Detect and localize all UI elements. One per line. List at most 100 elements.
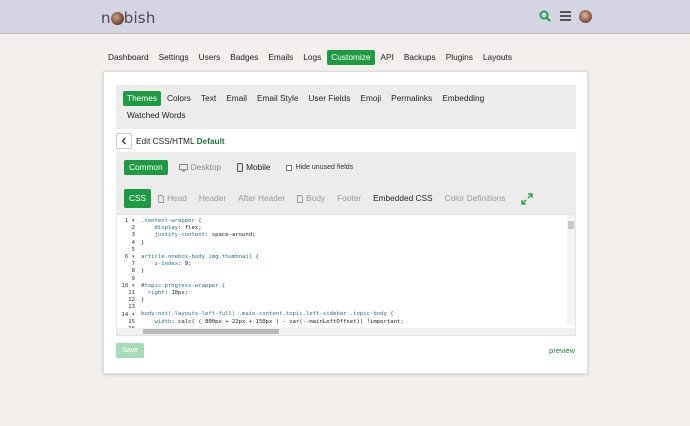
admin-nav-dashboard[interactable]: Dashboard (104, 50, 153, 65)
tab-embedded-css[interactable]: Embedded CSS (368, 189, 438, 208)
admin-nav-api[interactable]: API (377, 50, 398, 65)
code-text: } (141, 268, 145, 275)
code-text: article.onebox-body img.thumbnail { (141, 253, 259, 260)
admin-nav-emails[interactable]: Emails (264, 50, 297, 65)
edit-label: Edit CSS/HTML (136, 136, 195, 146)
subnav-colors[interactable]: Colors (163, 91, 195, 106)
hamburger-menu-icon[interactable] (558, 9, 572, 23)
subnav-email-style[interactable]: Email Style (253, 91, 303, 106)
hide-unused-fields-toggle[interactable]: Hide unused fields (285, 164, 354, 171)
line-number: 15 (128, 318, 135, 325)
line-number: 1 ▾ (124, 218, 135, 224)
expand-icon[interactable] (520, 192, 534, 206)
mobile-icon (237, 163, 244, 172)
code-line: width: calc( ( 800px + 22px + 150px ) - … (141, 319, 565, 326)
code-line: } (141, 297, 565, 304)
theme-name: Default (196, 136, 225, 146)
line-number: 7 (131, 261, 135, 268)
admin-nav-customize[interactable]: Customize (327, 50, 375, 65)
code-line: z-index: 9; (141, 261, 565, 268)
tab-color-definitions[interactable]: Color Definitions (440, 189, 511, 208)
chevron-left-icon (121, 137, 126, 145)
horizontal-scroll-thumb[interactable] (143, 329, 279, 334)
line-number: 12 (128, 297, 135, 304)
line-number: 14 ▾ (121, 311, 135, 318)
code-line: justify-content: space-around; (141, 232, 565, 239)
line-number: 11 (128, 290, 135, 296)
subnav-permalinks[interactable]: Permalinks (387, 91, 436, 106)
code-text: } (141, 297, 145, 304)
admin-nav-layouts[interactable]: Layouts (479, 50, 516, 65)
back-button[interactable] (116, 133, 132, 149)
tab-footer[interactable]: Footer (332, 189, 366, 208)
logo-text: n bish (101, 9, 156, 27)
code-text: #topic-progress-wrapper { (141, 282, 226, 289)
editor-code[interactable]: .content-wrapper { display: flex; justif… (141, 218, 565, 333)
line-number: 3 (131, 232, 135, 239)
code-line: article.onebox-body img.thumbnail { (141, 254, 565, 261)
subnav-themes[interactable]: Themes (123, 91, 161, 106)
edit-title: Edit CSS/HTML Default (136, 136, 225, 146)
code-line: body:not(.layouts-left-full) .main-conte… (141, 311, 565, 318)
save-button[interactable]: Save (116, 343, 144, 358)
tab-css[interactable]: CSS (124, 189, 152, 208)
code-editor[interactable]: 1 ▾23456 ▾78910 ▾11121314 ▾1516 .content… (116, 214, 576, 336)
subnav-emoji[interactable]: Emoji (356, 91, 385, 106)
target-mode-bar: Common Desktop Mobile Hide unused fields (116, 152, 576, 183)
mode-common[interactable]: Common (124, 160, 168, 175)
subnav-user-fields[interactable]: User Fields (304, 91, 354, 106)
subnav-text[interactable]: Text (197, 91, 220, 106)
admin-nav-users[interactable]: Users (195, 50, 225, 65)
edit-header: Edit CSS/HTML Default (116, 133, 225, 149)
line-number: 10 ▾ (121, 282, 135, 289)
code-text: justify-content: space-around; (141, 232, 256, 239)
hide-unused-label: Hide unused fields (295, 164, 354, 171)
search-icon[interactable] (538, 9, 552, 23)
tab-header[interactable]: Header (194, 189, 231, 208)
code-text: z-index: 9; (141, 261, 192, 268)
header-icons (538, 9, 592, 23)
desktop-icon (178, 163, 188, 172)
code-text: } (141, 239, 145, 246)
code-text: width: calc( ( 800px + 22px + 150px ) - … (141, 318, 404, 325)
vertical-scrollbar[interactable] (567, 215, 575, 325)
subnav-watched-words[interactable]: Watched Words (123, 108, 190, 123)
tab-body[interactable]: Body (292, 189, 330, 208)
customize-subnav: Themes Colors Text Email Email Style Use… (116, 85, 576, 129)
line-number: 2 (131, 225, 135, 232)
admin-nav-backups[interactable]: Backups (400, 50, 440, 65)
vertical-scroll-thumb[interactable] (568, 221, 574, 229)
hide-unused-checkbox[interactable] (285, 164, 292, 171)
admin-nav-logs[interactable]: Logs (299, 50, 325, 65)
horizontal-scrollbar[interactable] (117, 328, 575, 335)
field-tabs: CSS Head Header After Header Body Footer… (116, 183, 576, 214)
code-line: right: 10px; (141, 290, 565, 297)
admin-nav-badges[interactable]: Badges (226, 50, 262, 65)
code-text: right: 10px; (141, 289, 189, 296)
code-line: #topic-progress-wrapper { (141, 283, 565, 290)
line-number: 6 ▾ (124, 254, 135, 260)
subnav-email[interactable]: Email (222, 91, 251, 106)
admin-nav: Dashboard Settings Users Badges Emails L… (104, 50, 516, 65)
code-text: .content-wrapper { (141, 218, 202, 224)
tab-after-header[interactable]: After Header (233, 189, 290, 208)
file-icon (297, 194, 304, 203)
code-line: .content-wrapper { (141, 218, 565, 225)
line-number: 13 (128, 304, 135, 311)
mode-mobile[interactable]: Mobile (232, 160, 275, 175)
admin-nav-settings[interactable]: Settings (155, 50, 193, 65)
user-avatar[interactable] (578, 9, 592, 23)
line-number: 4 (131, 239, 135, 246)
customize-panel: Themes Colors Text Email Email Style Use… (103, 71, 588, 374)
code-text: body:not(.layouts-left-full) .main-conte… (141, 311, 394, 318)
site-logo[interactable]: n bish (101, 9, 156, 27)
preview-link[interactable]: preview (549, 346, 575, 355)
admin-nav-plugins[interactable]: Plugins (442, 50, 477, 65)
mode-desktop[interactable]: Desktop (174, 160, 226, 175)
subnav-embedding[interactable]: Embedding (438, 91, 488, 106)
file-icon (158, 194, 165, 203)
tab-head[interactable]: Head (153, 189, 192, 208)
